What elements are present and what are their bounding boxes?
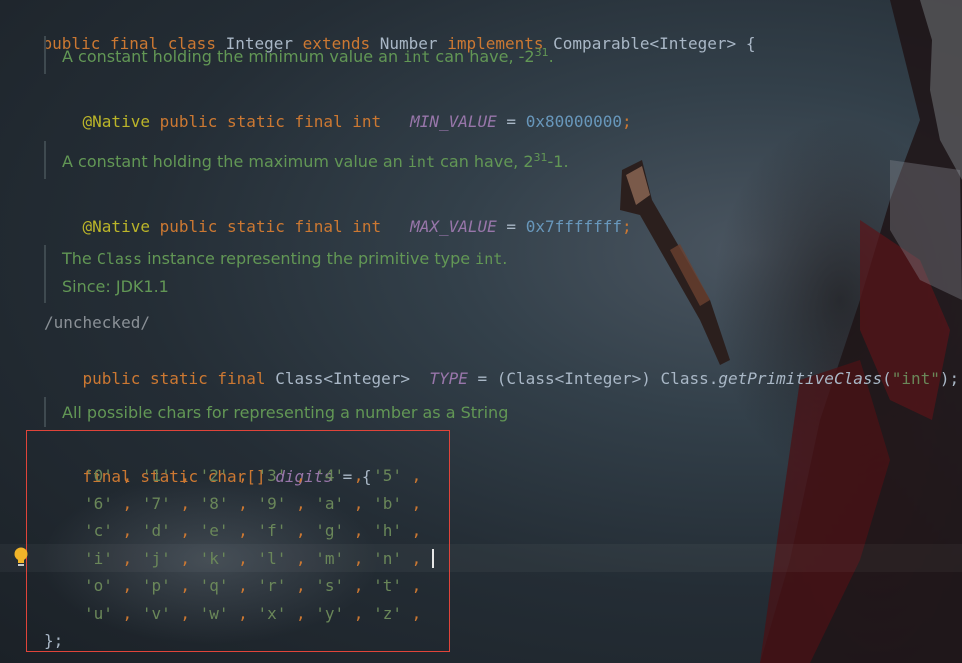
annotation: @Native — [82, 217, 150, 236]
modifiers: public static final — [82, 369, 266, 388]
field-name: MAX_VALUE — [410, 217, 497, 236]
javadoc-min-value: A constant holding the minimum value an … — [44, 36, 554, 74]
field-name: MIN_VALUE — [410, 112, 497, 131]
javadoc-max-value: A constant holding the maximum value an … — [44, 141, 569, 179]
field-name: TYPE — [429, 369, 468, 388]
modifiers: public static final int — [159, 217, 382, 236]
number-literal: 0x80000000 — [525, 112, 623, 131]
method-call: getPrimitiveClass — [718, 369, 883, 388]
class-declaration-line: public final class Integer extends Numbe… — [4, 2, 756, 53]
unchecked-annotation-line: /unchecked/ — [44, 313, 150, 332]
interface-name: Comparable<Integer> — [553, 34, 737, 53]
javadoc-digits: All possible chars for representing a nu… — [44, 397, 508, 427]
javadoc-type: The Class instance representing the prim… — [44, 245, 507, 303]
lightbulb-icon[interactable] — [12, 546, 30, 568]
brace: { — [745, 34, 756, 53]
max-value-line: @Native public static final int MAX_VALU… — [82, 217, 632, 236]
highlight-box — [26, 430, 450, 652]
since-note: Since: JDK1.1 — [62, 277, 169, 296]
min-value-line: @Native public static final int MIN_VALU… — [82, 112, 632, 131]
number-literal: 0x7fffffff — [525, 217, 623, 236]
type-field-line: public static final Class<Integer> TYPE … — [82, 369, 960, 388]
string-literal: "int" — [891, 369, 940, 388]
annotation: @Native — [82, 112, 150, 131]
modifiers: public static final int — [159, 112, 382, 131]
text-caret — [432, 549, 434, 568]
